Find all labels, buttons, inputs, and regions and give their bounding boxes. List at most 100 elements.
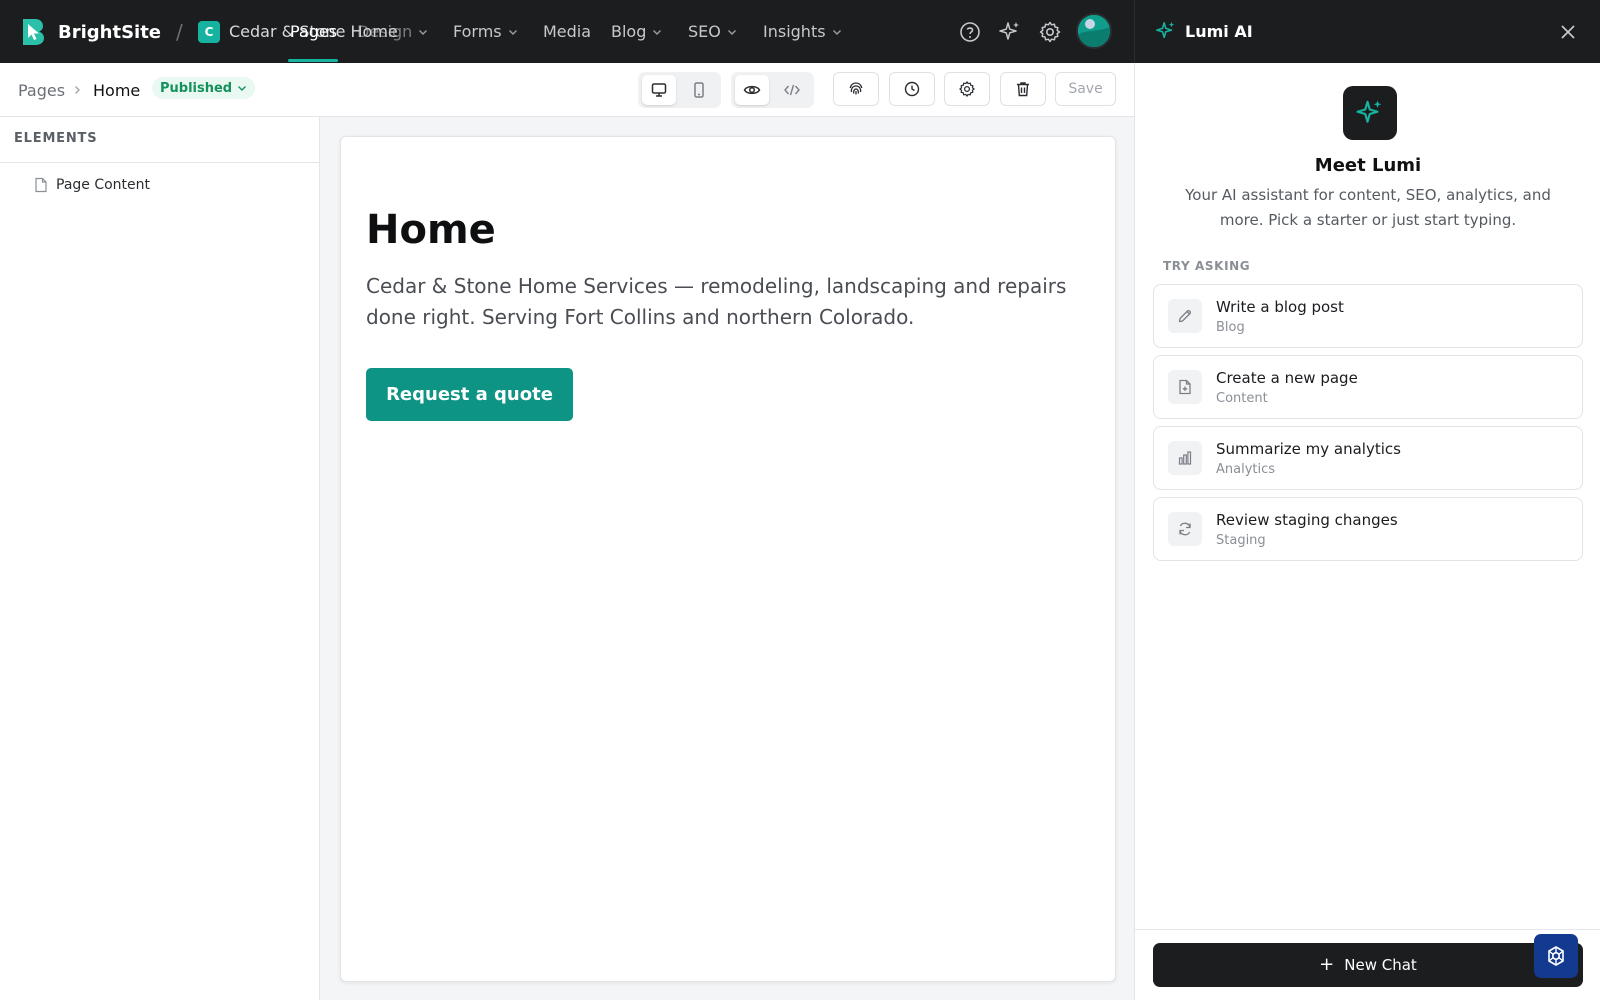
nav-media[interactable]: Media [543, 22, 591, 41]
breadcrumb-current: Home [93, 81, 141, 100]
avatar-image-icon [1078, 15, 1110, 47]
code-icon [784, 84, 800, 96]
tree-item-page-content[interactable]: Page Content [34, 174, 150, 196]
nav-forms-label: Forms [453, 22, 502, 41]
clock-icon [904, 81, 920, 97]
starter-icon-box [1168, 299, 1202, 333]
nav-blog[interactable]: Blog [611, 22, 662, 41]
starter-summarize-analytics[interactable]: Summarize my analytics Analytics [1153, 426, 1583, 490]
elements-panel: ELEMENTS Page Content [0, 117, 320, 1000]
elements-panel-title: ELEMENTS [14, 131, 98, 146]
starter-category: Staging [1216, 533, 1266, 548]
ai-welcome-title: Meet Lumi [1314, 155, 1422, 176]
user-avatar[interactable] [1076, 13, 1112, 49]
ai-panel-title: Lumi AI [1185, 22, 1253, 41]
starter-title: Create a new page [1216, 369, 1358, 387]
publish-button[interactable] [833, 72, 879, 106]
nav-pages-active-indicator [288, 59, 338, 62]
new-chat-label: New Chat [1344, 956, 1417, 974]
bug-report-button[interactable] [1534, 934, 1578, 978]
chevron-down-icon [419, 29, 428, 35]
history-button[interactable] [889, 72, 935, 106]
page-preview[interactable]: Home Cedar & Stone Home Services — remod… [340, 136, 1116, 982]
eye-icon [743, 85, 761, 95]
bar-chart-icon [1178, 451, 1192, 465]
starter-icon-box [1168, 370, 1202, 404]
brand-name: BrightSite [58, 21, 162, 43]
tree-item-label: Page Content [56, 177, 151, 193]
status-label: Published [160, 80, 233, 96]
mode-toggle [731, 72, 814, 108]
chevron-right-icon [75, 86, 80, 94]
delete-page-button[interactable] [1000, 72, 1046, 106]
chevron-down-icon [832, 29, 841, 35]
nav-media-label: Media [543, 22, 592, 41]
new-chat-button[interactable]: + New Chat [1153, 943, 1583, 987]
chevron-down-icon [727, 29, 736, 35]
gear-icon[interactable] [1038, 20, 1062, 44]
pencil-icon [1178, 309, 1192, 323]
close-icon[interactable] [1559, 23, 1577, 41]
nav-pages[interactable]: Pages [290, 22, 337, 41]
save-button[interactable]: Save [1055, 72, 1116, 106]
top-nav-bar: BrightSite / C Cedar & Stone Home Pages … [0, 0, 1134, 63]
gear-icon [959, 81, 975, 97]
nav-forms[interactable]: Forms [453, 22, 518, 41]
starter-category: Content [1216, 391, 1268, 406]
device-toggle [638, 72, 721, 108]
nav-seo[interactable]: SEO [688, 22, 737, 41]
brightsite-logo-icon [23, 19, 44, 45]
nav-blog-label: Blog [611, 22, 647, 41]
status-badge[interactable]: Published [152, 77, 256, 99]
chevron-down-icon [653, 29, 662, 35]
sparkles-icon[interactable] [998, 20, 1022, 44]
try-asking-label: TRY ASKING [1163, 259, 1251, 273]
nav-insights[interactable]: Insights [763, 22, 842, 41]
starter-category: Analytics [1216, 462, 1276, 477]
ai-welcome-description: Your AI assistant for content, SEO, anal… [1185, 186, 1551, 229]
site-badge[interactable]: C [198, 21, 220, 43]
ai-footer-divider [1135, 929, 1600, 930]
nav-design[interactable]: Design [357, 22, 428, 41]
page-heading[interactable]: Home [366, 207, 496, 253]
starter-title: Write a blog post [1216, 298, 1344, 316]
editor-toolbar: Pages Home Published Save [0, 63, 1134, 117]
bug-icon [1548, 946, 1564, 966]
ai-hero-badge [1343, 86, 1397, 140]
sparkles-icon [1156, 21, 1175, 39]
starter-write-blog-post[interactable]: Write a blog post Blog [1153, 284, 1583, 348]
help-icon[interactable] [958, 20, 982, 44]
request-quote-button[interactable]: Request a quote [366, 368, 573, 421]
desktop-view-button[interactable] [642, 75, 676, 105]
refresh-icon [1179, 522, 1191, 536]
chevron-down-icon [238, 86, 247, 91]
ai-assistant-panel: Meet Lumi Your AI assistant for content,… [1134, 63, 1600, 1000]
brand[interactable]: BrightSite [20, 16, 161, 48]
plus-icon: + [1319, 954, 1335, 975]
file-plus-icon [1179, 379, 1191, 395]
starter-create-new-page[interactable]: Create a new page Content [1153, 355, 1583, 419]
starter-title: Summarize my analytics [1216, 440, 1401, 458]
ai-panel-header: Lumi AI [1134, 0, 1600, 63]
monitor-icon [651, 83, 667, 97]
document-icon [35, 177, 47, 193]
mobile-view-button[interactable] [682, 75, 716, 105]
elements-panel-divider [0, 162, 320, 163]
chevron-down-icon [508, 29, 517, 35]
starter-category: Blog [1216, 320, 1245, 335]
trash-icon [1017, 82, 1029, 97]
nav-separator: / [176, 20, 183, 44]
page-lead-text[interactable]: Cedar & Stone Home Services — remodeling… [366, 271, 1086, 333]
nav-seo-label: SEO [688, 22, 721, 41]
nav-insights-label: Insights [763, 22, 826, 41]
code-mode-button[interactable] [775, 75, 809, 105]
starter-icon-box [1168, 441, 1202, 475]
preview-mode-button[interactable] [735, 75, 769, 105]
sparkles-icon [1356, 100, 1382, 123]
fingerprint-icon [849, 82, 863, 95]
page-settings-button[interactable] [944, 72, 990, 106]
breadcrumb-pages[interactable]: Pages [18, 81, 65, 100]
nav-design-label: Design [357, 22, 413, 41]
starter-review-staging[interactable]: Review staging changes Staging [1153, 497, 1583, 561]
starter-icon-box [1168, 512, 1202, 546]
